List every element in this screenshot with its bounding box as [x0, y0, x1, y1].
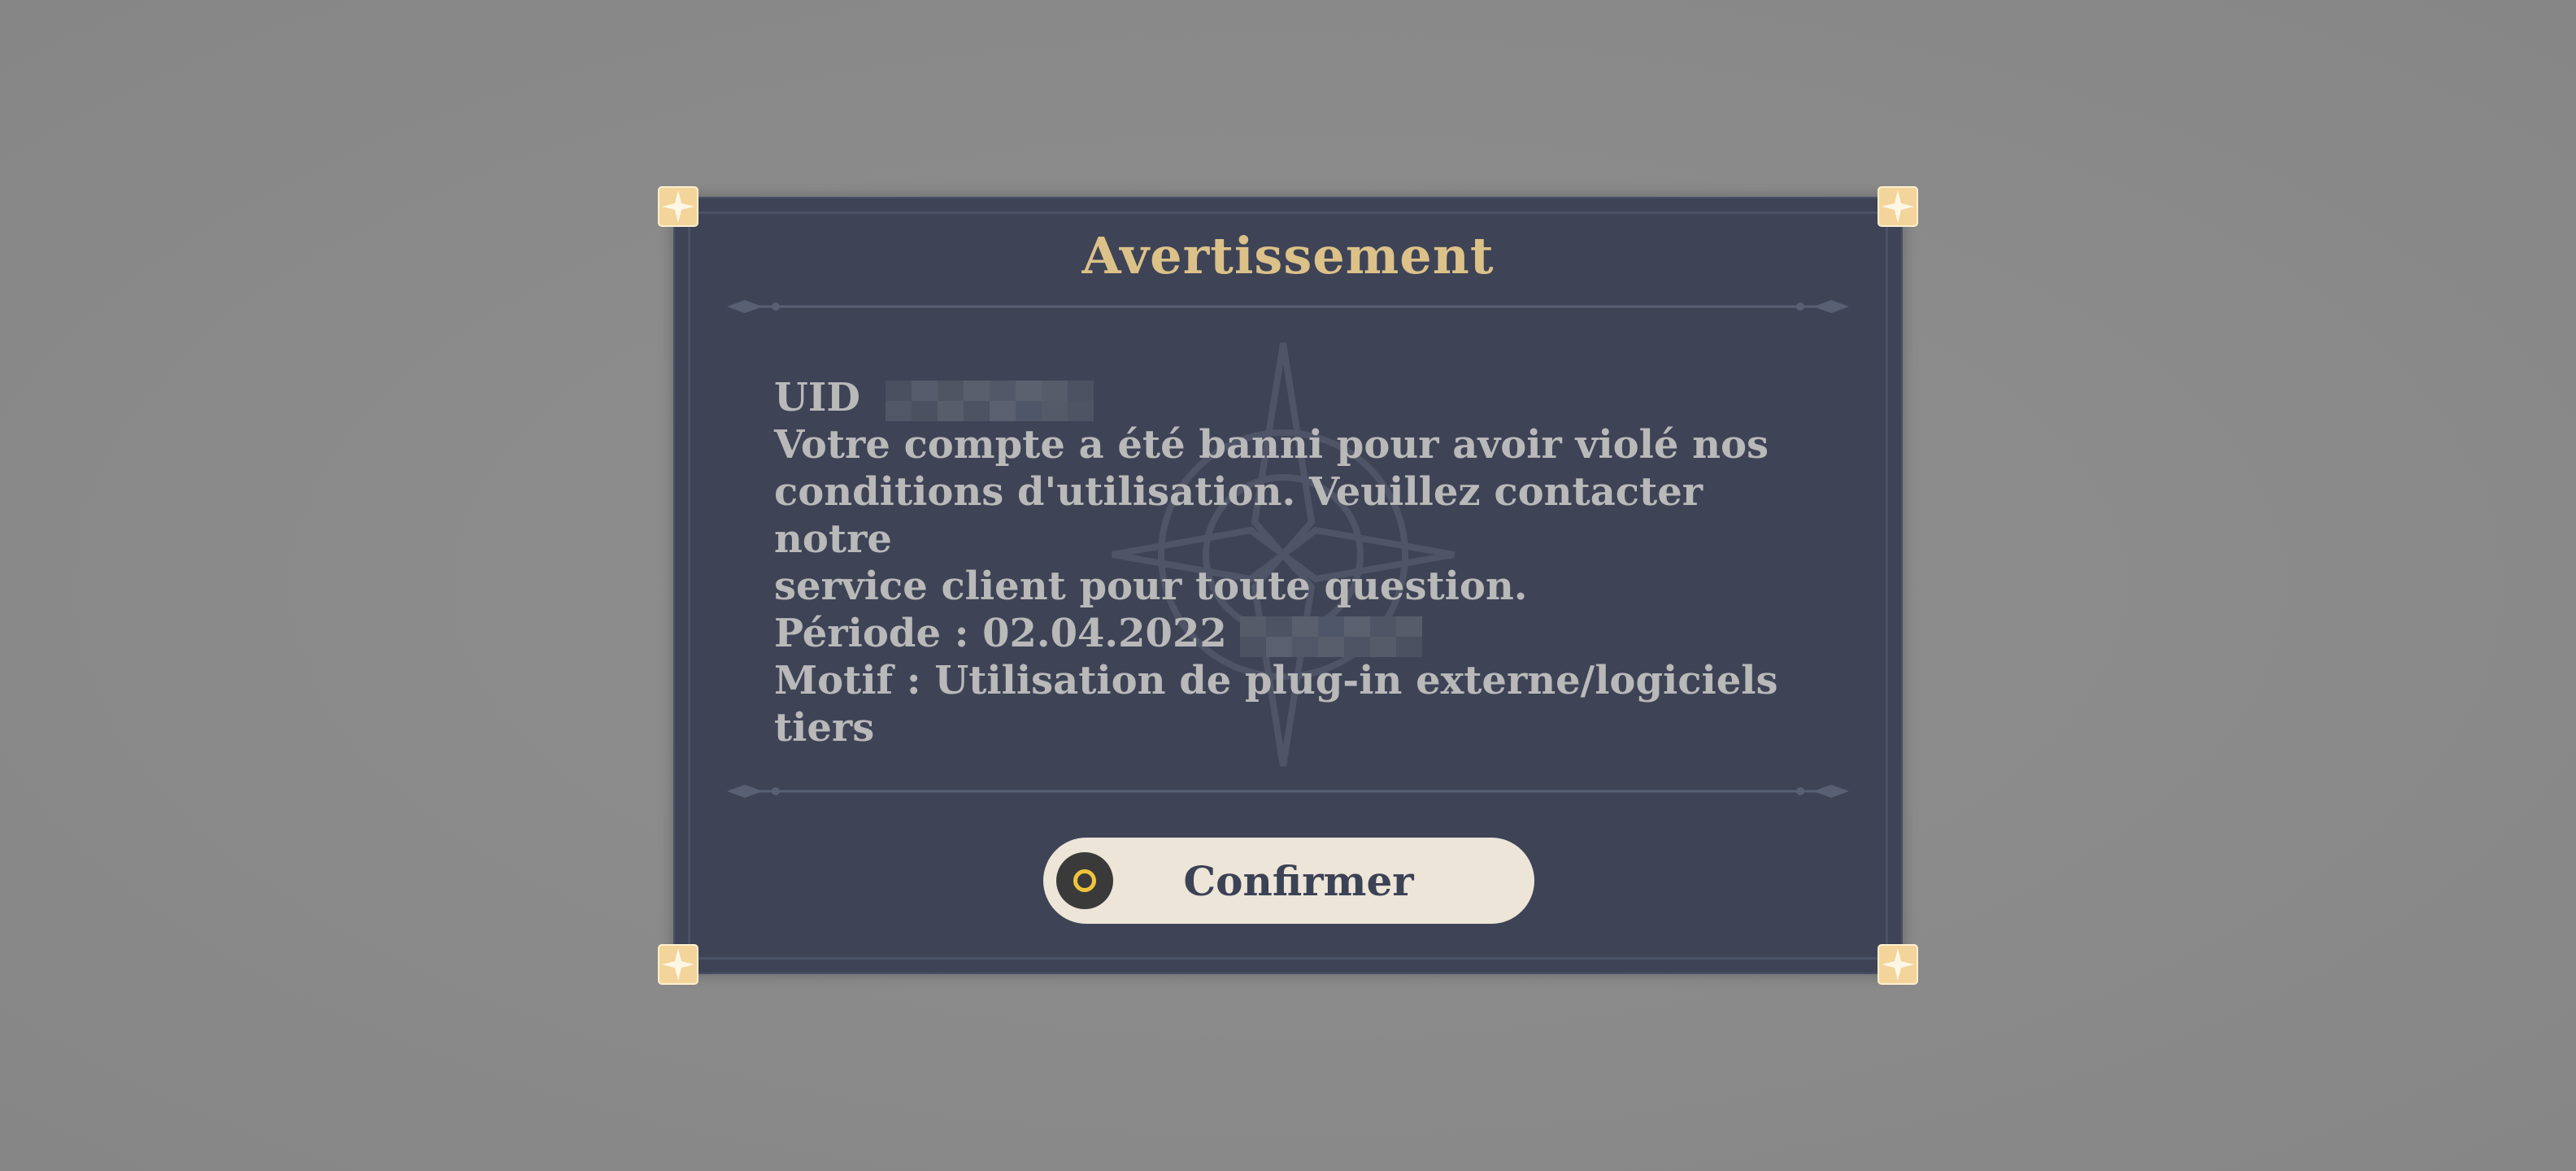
ban-reason-line: Motif : Utilisation de plug-in externe/l… [774, 658, 1778, 703]
warning-dialog: Avertissement UID Votre compte a été ban… [658, 186, 1918, 985]
confirm-button[interactable]: Confirmer [1043, 838, 1534, 924]
message-line: Votre compte a été banni pour avoir viol… [774, 422, 1769, 468]
dialog-title: Avertissement [1081, 226, 1495, 285]
ornate-divider [727, 779, 1849, 803]
corner-star-ornament-icon [657, 943, 699, 986]
uid-row: UID [774, 374, 1782, 421]
censored-period-end [1240, 616, 1484, 657]
message-line: conditions d'utilisation. Veuillez conta… [774, 469, 1717, 562]
ornate-divider [727, 294, 1849, 319]
censored-uid [885, 380, 1154, 421]
confirm-button-label: Confirmer [1183, 856, 1414, 905]
ban-message: UID Votre compte a été banni pour avoir … [774, 374, 1782, 751]
uid-label: UID [774, 375, 860, 420]
corner-star-ornament-icon [1877, 185, 1919, 228]
ban-reason-line: tiers [774, 705, 875, 751]
ban-period-text: Période : 02.04.2022 [774, 611, 1227, 656]
corner-star-ornament-icon [657, 185, 699, 228]
ban-period-row: Période : 02.04.2022 [774, 610, 1782, 657]
corner-star-ornament-icon [1877, 943, 1919, 986]
message-line: service client pour toute question. [774, 564, 1528, 609]
